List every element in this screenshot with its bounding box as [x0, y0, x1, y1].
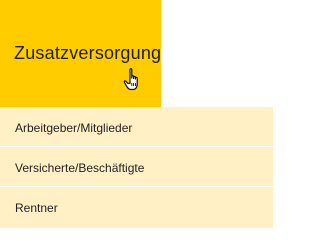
submenu-item-versicherte-beschaeftigte[interactable]: Versicherte/Beschäftigte: [0, 147, 273, 187]
submenu-item-label: Arbeitgeber/Mitglieder: [15, 121, 133, 135]
menu-item-zusatzversorgung[interactable]: Zusatzversorgung: [0, 0, 161, 107]
menu-item-label: Zusatzversorgung: [14, 43, 162, 63]
navigation-menu: Zusatzversorgung Arbeitgeber/Mitglieder …: [0, 0, 273, 228]
submenu-item-label: Versicherte/Beschäftigte: [15, 161, 145, 175]
submenu-item-rentner[interactable]: Rentner: [0, 187, 273, 228]
submenu: Arbeitgeber/Mitglieder Versicherte/Besch…: [0, 107, 273, 228]
hand-pointer-icon: [123, 67, 145, 93]
submenu-item-arbeitgeber-mitglieder[interactable]: Arbeitgeber/Mitglieder: [0, 107, 273, 147]
submenu-item-label: Rentner: [15, 201, 58, 215]
